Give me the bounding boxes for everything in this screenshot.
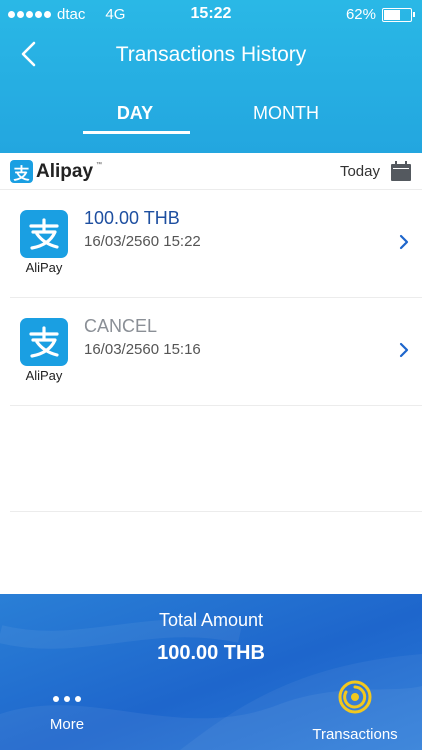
battery-icon	[382, 7, 415, 22]
chevron-right-icon[interactable]	[398, 342, 410, 358]
date-filter-label: Today	[339, 163, 380, 180]
total-amount-value: 100.00 THB	[157, 642, 265, 664]
page-title: Transactions History	[115, 43, 307, 66]
transaction-datetime: 16/03/2560 15:22	[84, 233, 201, 250]
tab-day[interactable]: DAY	[80, 100, 190, 134]
trademark-mark: ™	[96, 162, 103, 168]
provider-name: Alipay	[36, 160, 94, 182]
transaction-amount: CANCEL	[84, 316, 158, 336]
calendar-icon[interactable]	[390, 161, 412, 182]
empty-row	[10, 406, 422, 512]
alipay-app-icon	[20, 210, 68, 258]
transaction-row[interactable]: AliPay CANCEL 16/03/2560 15:16	[10, 298, 422, 406]
more-button[interactable]: More	[36, 690, 98, 740]
battery-percent: 62%	[345, 6, 376, 23]
tab-month[interactable]: MONTH	[231, 100, 341, 134]
date-filter[interactable]: Today	[340, 161, 412, 182]
alipay-icon: 支	[10, 160, 33, 183]
transaction-datetime: 16/03/2560 15:16	[84, 341, 201, 358]
provider-row: 支 Alipay ™ Today	[0, 153, 422, 190]
more-dots-icon	[36, 696, 98, 702]
header: dtac 4G 15:22 62% Transactions History D…	[0, 0, 422, 153]
transactions-button[interactable]: Transactions	[305, 680, 405, 743]
chevron-right-icon[interactable]	[398, 234, 410, 250]
app-label: AliPay	[25, 260, 63, 275]
more-label: More	[49, 716, 85, 733]
nav-bar: Transactions History	[0, 36, 422, 76]
period-tabs: DAY MONTH	[0, 100, 422, 140]
status-bar: dtac 4G 15:22 62%	[0, 0, 422, 28]
alipay-app-icon	[20, 318, 68, 366]
transactions-target-icon	[338, 680, 372, 714]
transaction-amount: 100.00 THB	[84, 208, 180, 228]
footer-panel: Total Amount 100.00 THB More Transaction…	[0, 594, 422, 750]
transaction-row[interactable]: AliPay 100.00 THB 16/03/2560 15:22	[10, 190, 422, 298]
total-amount-label: Total Amount	[158, 610, 264, 630]
alipay-logo: 支 Alipay ™	[10, 160, 102, 183]
app-label: AliPay	[25, 368, 63, 383]
transactions-label: Transactions	[312, 726, 398, 743]
